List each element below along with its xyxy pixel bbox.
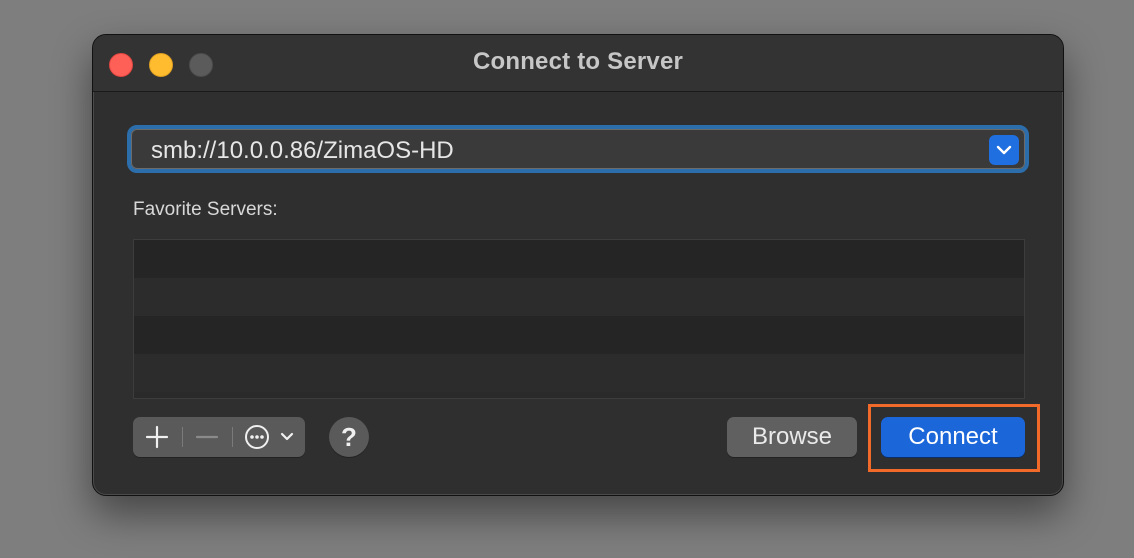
favorite-servers-label: Favorite Servers: bbox=[133, 199, 278, 220]
list-item[interactable] bbox=[134, 240, 1024, 278]
recent-servers-dropdown-button[interactable] bbox=[989, 135, 1019, 165]
ellipsis-circle-icon bbox=[245, 425, 294, 449]
add-favorite-button[interactable] bbox=[133, 417, 181, 457]
list-item[interactable] bbox=[134, 354, 1024, 392]
help-button[interactable]: ? bbox=[329, 417, 369, 457]
list-item[interactable] bbox=[134, 316, 1024, 354]
remove-favorite-button[interactable] bbox=[183, 417, 231, 457]
plus-icon bbox=[145, 425, 169, 449]
titlebar: Connect to Server bbox=[93, 35, 1063, 92]
list-item[interactable] bbox=[134, 278, 1024, 316]
connect-button-highlight bbox=[868, 404, 1040, 472]
browse-button[interactable]: Browse bbox=[727, 417, 857, 457]
window-title: Connect to Server bbox=[472, 48, 684, 75]
favorites-segmented-control bbox=[133, 417, 305, 457]
server-address-input[interactable]: smb://10.0.0.86/ZimaOS-HD bbox=[151, 137, 454, 165]
chevron-down-icon bbox=[996, 145, 1012, 155]
minus-icon bbox=[195, 435, 219, 439]
favorites-action-menu-button[interactable] bbox=[233, 417, 305, 457]
favorite-servers-list[interactable] bbox=[133, 239, 1025, 399]
server-address-combobox[interactable]: smb://10.0.0.86/ZimaOS-HD bbox=[127, 125, 1029, 173]
